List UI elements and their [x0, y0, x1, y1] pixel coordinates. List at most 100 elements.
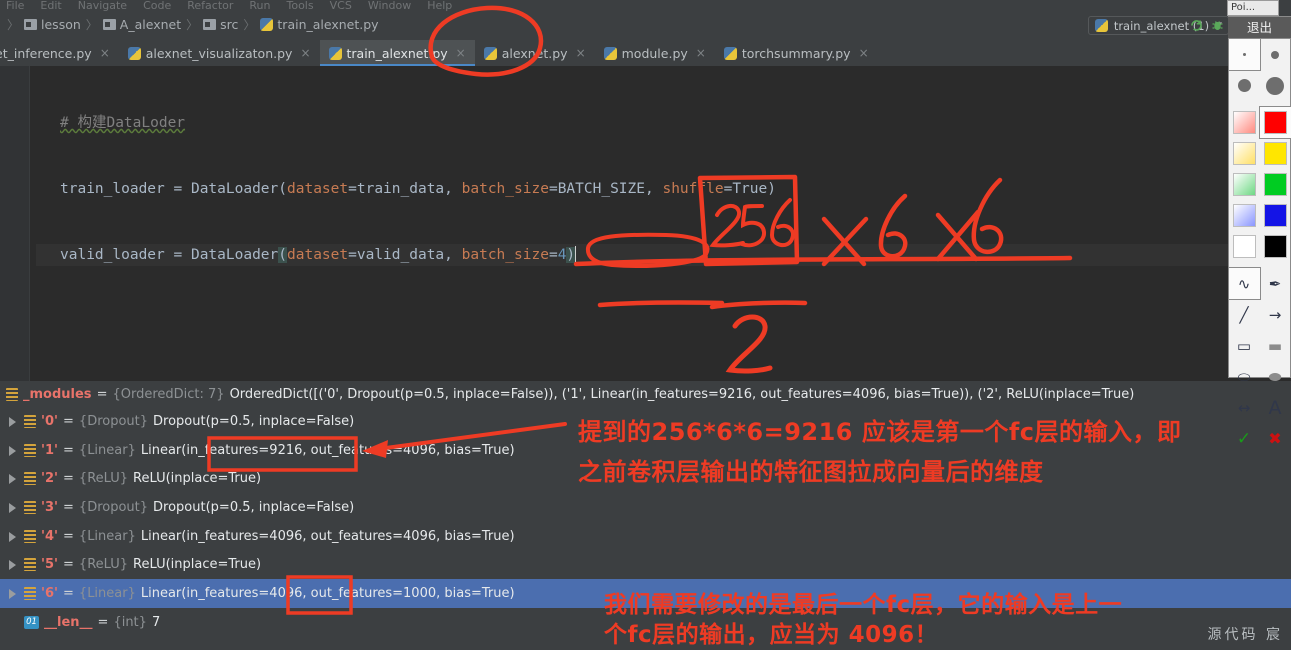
- editor-tab-bar[interactable]: et_inference.py × alexnet_visualizaton.p…: [0, 40, 1291, 66]
- close-icon[interactable]: ×: [300, 46, 310, 60]
- variable-name: '1': [41, 442, 59, 458]
- variable-name: '0': [41, 413, 59, 429]
- brush-size-group[interactable]: [1227, 38, 1291, 101]
- variable-name: __len__: [44, 614, 93, 630]
- rectangle-filled-icon: ▬: [1267, 336, 1283, 355]
- code-line-train-loader: train_loader = DataLoader(dataset=train_…: [60, 181, 776, 197]
- chevron-right-icon[interactable]: [6, 472, 19, 485]
- menu-item-code[interactable]: Code: [143, 0, 171, 12]
- code-editor[interactable]: # 构建DataLoder train_loader = DataLoader(…: [0, 66, 1291, 650]
- menu-item-window[interactable]: Window: [368, 0, 411, 12]
- brush-size-l[interactable]: [1260, 70, 1291, 101]
- code-token-valid-data: valid_data: [356, 247, 445, 263]
- highlighter-tool[interactable]: ✒: [1260, 268, 1291, 299]
- variable-row-modules[interactable]: _modules = {OrderedDict: 7} OrderedDict(…: [0, 381, 1291, 407]
- color-swatch-yellow[interactable]: [1260, 138, 1291, 169]
- color-swatch-red-light[interactable]: [1229, 107, 1260, 138]
- brush-size-s[interactable]: [1260, 39, 1291, 70]
- text-tool[interactable]: A: [1260, 392, 1291, 423]
- tab-train-alexnet-py[interactable]: train_alexnet.py ×: [319, 40, 475, 66]
- color-swatch-red[interactable]: [1258, 106, 1291, 139]
- ellipse-outline-tool[interactable]: ⬭: [1229, 361, 1260, 392]
- annotation-tool-palette[interactable]: 退出 ∿ ✒ ╱ → ▭ ▬ ⬭ ⬬ ↔ A ✓ ✖: [1227, 16, 1291, 449]
- brush-size-xs[interactable]: [1227, 38, 1261, 71]
- color-swatch-white[interactable]: [1229, 231, 1260, 262]
- breadcrumb-label: A_alexnet: [119, 16, 182, 32]
- menu-item-file[interactable]: File: [6, 0, 24, 12]
- code-token-dataloader: DataLoader: [190, 247, 279, 263]
- dot-icon: [1237, 79, 1251, 92]
- ellipse-filled-tool[interactable]: ⬬: [1260, 361, 1291, 392]
- chevron-right-icon[interactable]: [6, 415, 19, 428]
- arrow-tool[interactable]: →: [1260, 299, 1291, 330]
- menu-item-vcs[interactable]: VCS: [330, 0, 352, 12]
- exit-button[interactable]: 退出: [1228, 17, 1291, 39]
- variable-type: {ReLU}: [78, 557, 129, 573]
- watermark: 源代码 宸: [1207, 627, 1283, 643]
- tab-et-inference-py[interactable]: et_inference.py ×: [0, 40, 119, 66]
- annotation-note1-line2: 之前卷积层输出的特征图拉成向量后的维度: [578, 458, 1044, 486]
- text-caret: [575, 246, 577, 262]
- breadcrumb-item-train-alexnet[interactable]: train_alexnet.py: [258, 17, 380, 32]
- close-icon[interactable]: ×: [456, 46, 466, 60]
- variable-row-5[interactable]: '5' = {ReLU} ReLU(inplace=True): [0, 550, 1291, 579]
- tab-alexnet-py[interactable]: alexnet.py ×: [475, 40, 595, 66]
- close-icon[interactable]: ×: [859, 46, 869, 60]
- object-icon: [24, 472, 36, 486]
- swatch-icon: [1232, 173, 1256, 196]
- palette-title-label: Poi...: [1231, 2, 1256, 13]
- chevron-right-icon[interactable]: [6, 587, 19, 600]
- breadcrumb-item-a-alexnet[interactable]: A_alexnet: [101, 17, 183, 32]
- chevron-right-icon[interactable]: [6, 444, 19, 457]
- variable-value: Dropout(p=0.5, inplace=False): [153, 413, 355, 429]
- palette-title-bar[interactable]: Poi...: [1227, 0, 1279, 16]
- chevron-right-icon[interactable]: [6, 558, 19, 571]
- code-content[interactable]: # 构建DataLoder train_loader = DataLoader(…: [30, 66, 1291, 650]
- rectangle-outline-tool[interactable]: ▭: [1229, 330, 1260, 361]
- menu-item-help[interactable]: Help: [427, 0, 452, 12]
- cancel-tool[interactable]: ✖: [1260, 423, 1291, 454]
- menu-item-navigate[interactable]: Navigate: [78, 0, 127, 12]
- tool-group[interactable]: ∿ ✒ ╱ → ▭ ▬ ⬭ ⬬ ↔ A ✓ ✖: [1227, 267, 1291, 454]
- code-token-batch-size-val: BATCH_SIZE: [557, 181, 645, 197]
- double-arrow-icon: ↔: [1237, 398, 1251, 417]
- breadcrumb-item-lesson[interactable]: lesson: [22, 17, 83, 32]
- menu-item-run[interactable]: Run: [249, 0, 270, 12]
- editor-gutter[interactable]: [0, 66, 30, 381]
- tab-alexnet-visualizaton-py[interactable]: alexnet_visualizaton.py ×: [119, 40, 320, 66]
- breadcrumb-item-src[interactable]: src: [201, 17, 240, 32]
- rerun-icon[interactable]: [1190, 19, 1203, 32]
- color-swatch-green[interactable]: [1260, 169, 1291, 200]
- color-swatch-blue-light[interactable]: [1229, 200, 1260, 231]
- swatch-icon: [1263, 204, 1287, 227]
- tab-module-py[interactable]: module.py ×: [595, 40, 715, 66]
- brush-size-m[interactable]: [1229, 70, 1260, 101]
- color-swatch-group[interactable]: [1229, 106, 1291, 262]
- python-file-icon: [483, 46, 497, 60]
- variable-row-4[interactable]: '4' = {Linear} Linear(in_features=4096, …: [0, 522, 1291, 551]
- close-icon[interactable]: ×: [100, 46, 110, 60]
- chevron-right-icon[interactable]: [6, 501, 19, 514]
- confirm-tool[interactable]: ✓: [1229, 423, 1260, 454]
- menu-item-tools[interactable]: Tools: [287, 0, 314, 12]
- chevron-right-icon[interactable]: [6, 530, 19, 543]
- variable-row-3[interactable]: '3' = {Dropout} Dropout(p=0.5, inplace=F…: [0, 493, 1291, 522]
- line-tool[interactable]: ╱: [1229, 299, 1260, 330]
- menu-bar[interactable]: File Edit Navigate Code Refactor Run Too…: [0, 0, 1291, 12]
- rectangle-filled-tool[interactable]: ▬: [1260, 330, 1291, 361]
- menu-item-edit[interactable]: Edit: [40, 0, 61, 12]
- close-icon[interactable]: ×: [696, 46, 706, 60]
- color-swatch-black[interactable]: [1260, 231, 1291, 262]
- menu-item-refactor[interactable]: Refactor: [187, 0, 233, 12]
- cross-icon: ✖: [1268, 429, 1282, 448]
- debug-bug-icon[interactable]: [1211, 19, 1224, 32]
- equals-sign: =: [63, 585, 74, 601]
- color-swatch-blue[interactable]: [1260, 200, 1291, 231]
- variable-type: {Dropout}: [78, 413, 149, 429]
- color-swatch-green-light[interactable]: [1229, 169, 1260, 200]
- double-arrow-tool[interactable]: ↔: [1229, 392, 1260, 423]
- color-swatch-yellow-light[interactable]: [1229, 138, 1260, 169]
- freehand-tool[interactable]: ∿: [1227, 267, 1261, 300]
- tab-torchsummary-py[interactable]: torchsummary.py ×: [715, 40, 878, 66]
- close-icon[interactable]: ×: [576, 46, 586, 60]
